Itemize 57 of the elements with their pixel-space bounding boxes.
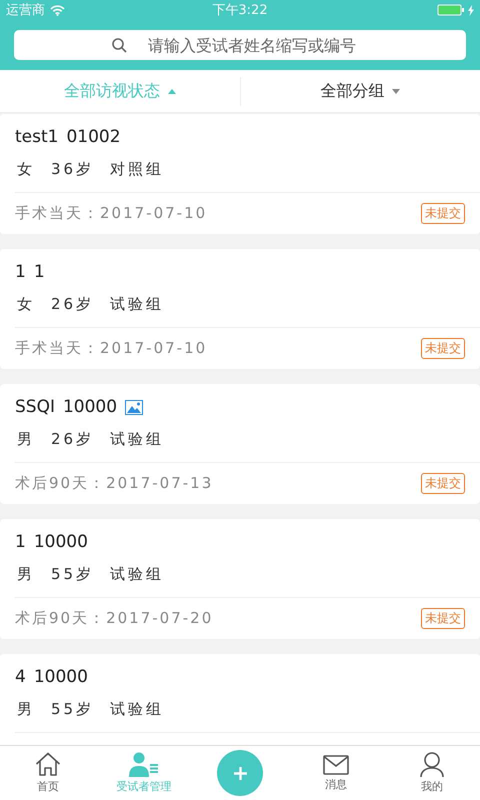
home-icon <box>35 752 61 777</box>
filter-dropdown[interactable]: 全部分组 <box>316 76 404 106</box>
visit-date: 术后90天：2017-07-20 <box>15 609 214 628</box>
visit-date: 手术当天：2017-07-10 <box>15 204 208 223</box>
subject-code: 01002 <box>66 127 121 147</box>
subject-name: 1 <box>15 262 26 282</box>
subject-sex: 女 <box>17 295 35 314</box>
status-badge: 未提交 <box>421 338 465 359</box>
add-button[interactable] <box>217 750 263 796</box>
clock-time: 下午3:22 <box>212 3 268 18</box>
subject-age: 55岁 <box>51 565 94 584</box>
status-badge: 未提交 <box>421 473 465 494</box>
plus-icon <box>234 766 246 780</box>
subject-code: 10000 <box>34 532 88 552</box>
subject-sex: 男 <box>17 565 35 584</box>
status-badge: 未提交 <box>421 203 465 224</box>
carrier-label: 运营商 <box>6 2 45 19</box>
subject-name: test1 <box>15 127 58 147</box>
search-field[interactable]: 请输入受试者姓名缩写或编号 <box>14 30 466 60</box>
subject-group: 试验组 <box>110 700 164 719</box>
subject-code: 10000 <box>34 667 88 687</box>
caret-down-icon <box>392 88 400 94</box>
subject-code: 10000 <box>62 397 118 417</box>
person-list-icon <box>129 752 159 777</box>
subject-age: 36岁 <box>51 160 94 179</box>
subject-age: 26岁 <box>51 295 94 314</box>
subject-card[interactable]: 1 1 女 26岁 试验组 手术当天：2017-07-10 未提交 <box>0 249 480 369</box>
subject-group: 试验组 <box>110 430 164 449</box>
subject-code: 1 <box>34 262 45 282</box>
subject-group: 试验组 <box>110 295 164 314</box>
user-icon <box>420 752 444 777</box>
mail-icon <box>323 754 349 774</box>
subject-sex: 男 <box>17 700 35 719</box>
subject-age: 55岁 <box>51 700 94 719</box>
subject-card[interactable]: test1 01002 女 36岁 对照组 手术当天：2017-07-10 未提交 <box>0 114 480 234</box>
tab-item[interactable]: 消息 <box>319 752 353 794</box>
tab-item[interactable]: 首页 <box>31 750 65 796</box>
subject-name: 1 <box>15 532 26 552</box>
tab-item[interactable]: 我的 <box>416 750 448 796</box>
subject-name: SSQI <box>15 397 55 417</box>
search-icon <box>112 38 127 53</box>
status-badge: 未提交 <box>421 608 465 629</box>
visit-date: 手术当天：2017-07-10 <box>15 339 208 358</box>
caret-up-icon <box>168 88 176 94</box>
subject-group: 试验组 <box>110 565 164 584</box>
subject-card[interactable]: 1 10000 男 55岁 试验组 术后90天：2017-07-20 未提交 <box>0 519 480 639</box>
subject-card[interactable]: SSQI 10000 男 26岁 试验组 术后90天：2017-07-13 未提交 <box>0 384 480 504</box>
subject-group: 对照组 <box>110 160 164 179</box>
charging-icon <box>468 4 474 16</box>
subject-sex: 男 <box>17 430 35 449</box>
subject-sex: 女 <box>17 160 35 179</box>
battery-icon <box>437 4 465 16</box>
wifi-icon <box>50 4 65 16</box>
subject-card[interactable]: 4 10000 男 55岁 试验组 <box>0 654 480 745</box>
subject-age: 26岁 <box>51 430 94 449</box>
subject-name: 4 <box>15 667 26 687</box>
visit-date: 术后90天：2017-07-13 <box>15 474 214 493</box>
